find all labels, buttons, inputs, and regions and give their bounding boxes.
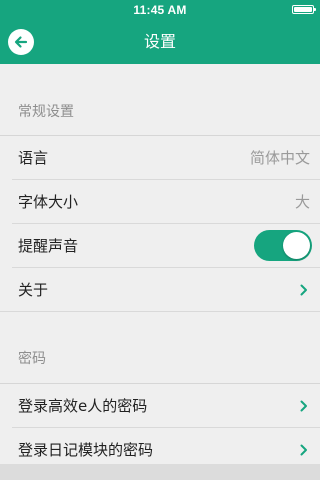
row-label: 关于	[18, 281, 49, 299]
section-title-general: 常规设置	[18, 104, 74, 120]
chevron-right-icon	[300, 400, 307, 412]
divider	[0, 311, 320, 312]
arrow-left-icon	[14, 36, 28, 48]
status-bar: 11:45 AM	[0, 0, 320, 20]
language-value: 简体中文	[249, 149, 310, 167]
battery-level-fill	[294, 7, 312, 12]
row-label: 语言	[18, 149, 49, 167]
navigation-bar: 设置	[0, 20, 320, 64]
settings-row-language[interactable]: 语言 简体中文	[0, 136, 320, 180]
section-title-password: 密码	[18, 351, 46, 367]
back-button[interactable]	[8, 29, 34, 55]
reminder-sound-toggle[interactable]	[254, 230, 312, 261]
settings-row-font-size[interactable]: 字体大小 大	[0, 180, 320, 224]
font-size-value: 大	[294, 193, 310, 211]
section-header-general: 常规设置	[0, 97, 320, 123]
settings-row-app-password[interactable]: 登录高效e人的密码	[0, 384, 320, 428]
settings-row-reminder-sound: 提醒声音	[0, 224, 320, 268]
chevron-right-icon	[300, 284, 307, 296]
status-time: 11:45 AM	[133, 3, 187, 17]
bottom-bar	[0, 464, 320, 480]
page-title: 设置	[143, 32, 176, 51]
settings-row-about[interactable]: 关于	[0, 268, 320, 312]
row-label: 提醒声音	[18, 237, 79, 255]
toggle-knob	[283, 232, 310, 259]
battery-icon	[292, 5, 316, 14]
row-label: 字体大小	[18, 193, 79, 211]
row-label: 登录日记模块的密码	[18, 441, 154, 459]
chevron-right-icon	[300, 444, 307, 456]
section-header-password: 密码	[0, 344, 320, 370]
app-header: 11:45 AM 设置	[0, 0, 320, 64]
row-label: 登录高效e人的密码	[18, 397, 148, 415]
